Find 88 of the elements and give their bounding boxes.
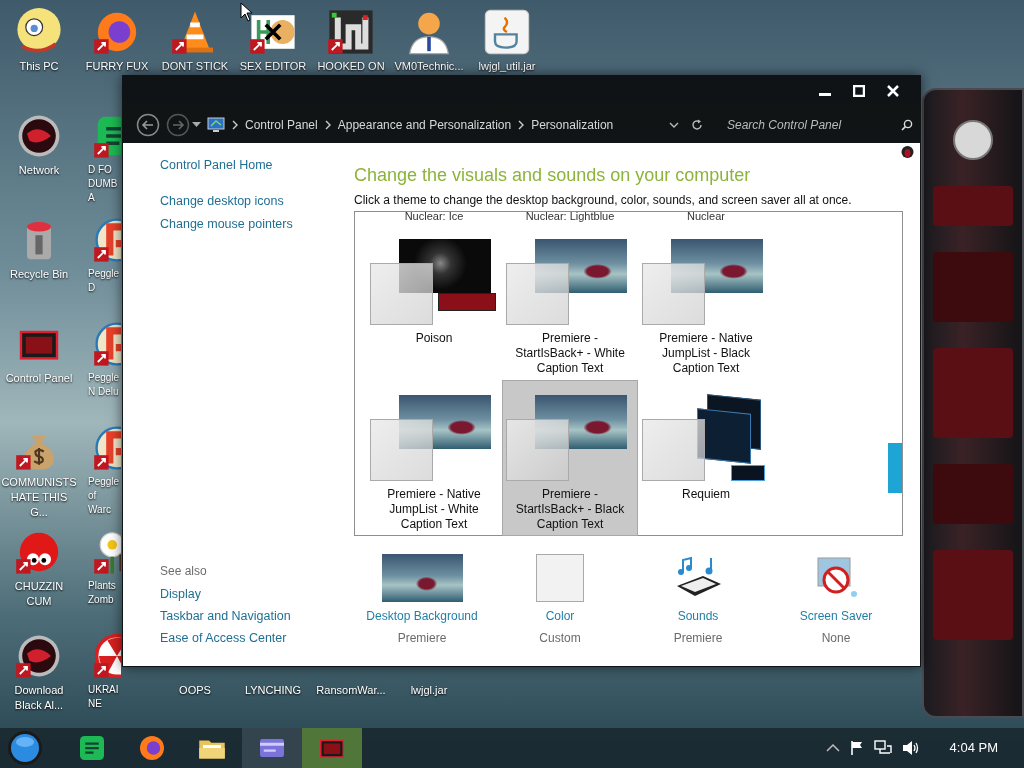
icon-label[interactable]: DONT STICK — [157, 59, 233, 74]
icon-label[interactable]: Peggle D — [88, 267, 121, 295]
icon-label[interactable]: SEX EDITOR — [235, 59, 311, 74]
sidebar-link[interactable]: Change mouse pointers — [160, 216, 354, 232]
color-swatch — [506, 263, 569, 325]
chevron-up-icon[interactable] — [825, 744, 840, 752]
maze-icon[interactable] — [327, 8, 375, 56]
color-swatch[interactable] — [536, 554, 584, 602]
sidebar-link[interactable]: Taskbar and Navigation — [160, 608, 354, 624]
sidebar-link[interactable]: Display — [160, 586, 354, 602]
icon-label[interactable]: COMMUNISTS HATE THIS G... — [1, 475, 77, 520]
icon-label[interactable]: Network — [1, 163, 77, 178]
setting-link[interactable]: Screen Saver — [799, 607, 873, 625]
icon-label[interactable]: LYNCHING — [235, 683, 311, 698]
theme-name: Requiem — [681, 487, 731, 502]
icon-label[interactable]: Recycle Bin — [1, 267, 77, 282]
color-swatch — [370, 263, 433, 325]
mouse-cursor-icon — [240, 2, 253, 22]
icon-label[interactable]: OOPS — [157, 683, 233, 698]
maximize-icon[interactable] — [853, 85, 865, 97]
breadcrumb-link[interactable]: Control Panel — [245, 116, 318, 134]
description-text: Click a theme to change the desktop background, color, sounds, and screen saver all at once. — [354, 193, 853, 207]
theme-name[interactable]: Nuclear — [687, 210, 725, 224]
theme-name: Premiere - StartIsBack+ - Black Caption Text — [514, 487, 626, 532]
flag-icon[interactable] — [849, 740, 864, 756]
theme-tile[interactable]: Premiere - StartIsBack+ - Black Caption Text — [502, 380, 638, 536]
icon-label[interactable]: lwjgl.jar — [391, 683, 467, 698]
theme-tile[interactable]: Premiere - Native JumpList - Black Caption Text — [638, 224, 774, 380]
theme-name: Premiere - Native JumpList - Black Caption Text — [658, 331, 754, 376]
setting-value: Premiere — [673, 630, 723, 647]
sidebar-link[interactable]: Control Panel Home — [160, 157, 354, 173]
theme-name[interactable]: Nuclear: Lightblue — [525, 210, 615, 224]
search-field[interactable]: Search Control Panel — [727, 116, 901, 134]
icon-label[interactable]: This PC — [1, 59, 77, 74]
section-title: See also — [160, 563, 208, 580]
icon-label[interactable]: lwjgl_util.jar — [469, 59, 545, 74]
search-icon[interactable] — [901, 119, 913, 131]
refresh-icon[interactable] — [691, 119, 703, 131]
theme-tile[interactable]: Poison — [366, 224, 502, 380]
alien-head-icon — [901, 146, 914, 160]
breadcrumb-link[interactable]: Personalization — [531, 116, 614, 134]
theme-name: Poison — [414, 331, 454, 346]
back-icon[interactable] — [136, 113, 160, 137]
icon-label[interactable]: FURRY FUX — [79, 59, 155, 74]
wallpaper-thumbnail[interactable] — [381, 554, 463, 602]
scrollbar-thumb[interactable] — [888, 443, 902, 493]
taskbar-button[interactable] — [242, 728, 302, 768]
close-icon[interactable] — [887, 85, 899, 97]
icon-label[interactable]: CHUZZIN CUM — [1, 579, 77, 609]
setting-value: Custom — [539, 630, 581, 647]
icon-label[interactable]: UKRAINE — [88, 683, 121, 711]
icon-label[interactable]: VM0Technic... — [391, 59, 467, 74]
logo-thumbnail — [438, 293, 496, 311]
theme-name: Premiere - StartIsBack+ - White Caption Text — [514, 331, 626, 376]
color-swatch — [642, 419, 705, 481]
icon-label[interactable]: RansomWar... — [313, 683, 389, 698]
network-icon[interactable] — [873, 740, 892, 756]
color-swatch — [370, 419, 433, 481]
page-heading: Change the visuals and sounds on your computer — [354, 164, 752, 187]
icon-label[interactable]: HOOKED ON — [313, 59, 389, 74]
fox-globe-icon — [137, 733, 167, 763]
computer-icon — [207, 117, 225, 133]
theme-tile[interactable]: Premiere - Native JumpList - White Caption Text — [366, 380, 502, 536]
clock[interactable]: 4:04 PM — [949, 738, 998, 758]
color-swatch — [642, 263, 705, 325]
theme-tile[interactable]: Premiere - StartIsBack+ - White Caption Text — [502, 224, 638, 380]
icon-label[interactable]: Download Black Al... — [1, 683, 77, 713]
coffee-cup-icon[interactable] — [483, 8, 531, 56]
theme-name[interactable]: Nuclear: Ice — [404, 210, 464, 224]
dropdown-icon[interactable] — [669, 121, 679, 129]
start-orb-icon[interactable] — [6, 729, 44, 767]
setting-value: None — [821, 630, 851, 647]
icon-label[interactable]: Peggle of Warc — [88, 475, 121, 517]
breadcrumb-link[interactable]: Appearance and Personalization — [337, 116, 512, 134]
sidebar-link[interactable]: Change desktop icons — [160, 193, 354, 209]
speaker-icon[interactable] — [901, 740, 920, 756]
dropdown-icon[interactable] — [192, 122, 201, 128]
sidebar-link[interactable]: Ease of Access Center — [160, 630, 354, 646]
setting-value: Premiere — [397, 630, 447, 647]
setting-link[interactable]: Desktop Background — [366, 607, 478, 625]
icon-label[interactable]: D FO DUMBA — [88, 163, 121, 205]
color-swatch — [506, 419, 569, 481]
notes-app-icon — [77, 733, 107, 763]
setting-link[interactable]: Color — [545, 607, 575, 625]
theme-tile[interactable]: Requiem — [638, 380, 774, 536]
theme-name: Premiere - Native JumpList - White Caption Text — [386, 487, 482, 532]
icon-label[interactable]: Plants Zomb — [88, 579, 121, 607]
setting-link[interactable]: Sounds — [677, 607, 719, 625]
